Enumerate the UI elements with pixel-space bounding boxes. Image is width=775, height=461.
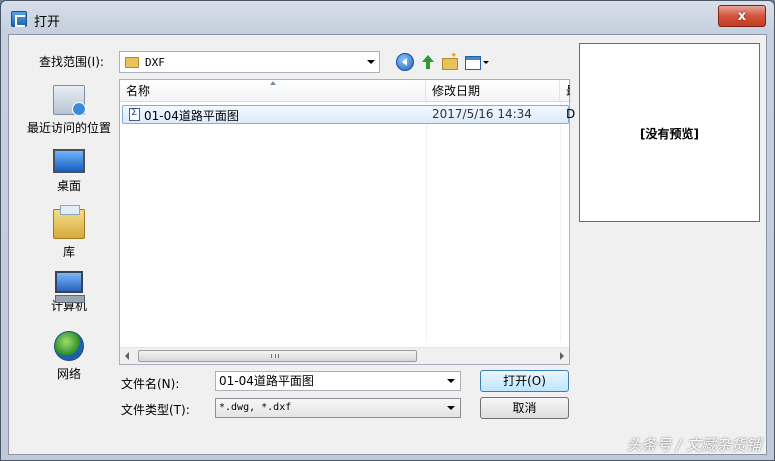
chevron-down-icon[interactable] bbox=[447, 379, 455, 383]
scroll-left-icon[interactable] bbox=[125, 352, 129, 360]
back-icon[interactable] bbox=[396, 53, 414, 71]
scroll-right-icon[interactable] bbox=[560, 352, 564, 360]
look-in-dropdown[interactable]: DXF bbox=[119, 51, 380, 73]
file-name: 01-04道路平面图 bbox=[144, 109, 239, 123]
up-folder-icon[interactable] bbox=[419, 53, 437, 71]
desktop-icon bbox=[53, 149, 85, 173]
recent-places-icon bbox=[53, 85, 86, 116]
file-type-value: *.dwg, *.dxf bbox=[219, 402, 292, 413]
column-header-date[interactable]: 修改日期 bbox=[426, 80, 560, 102]
place-label: 最近访问的位置 bbox=[26, 121, 111, 135]
file-list-header: 名称 修改日期 最 bbox=[120, 80, 571, 102]
file-type-select[interactable]: *.dwg, *.dxf bbox=[215, 398, 461, 418]
place-label: 库 bbox=[62, 245, 75, 259]
computer-icon bbox=[55, 271, 85, 303]
file-more: D bbox=[566, 107, 576, 121]
preview-text: [没有预览] bbox=[640, 127, 699, 141]
dwg-file-icon bbox=[129, 107, 140, 121]
place-library[interactable]: 库 bbox=[23, 205, 115, 260]
file-date: 2017/5/16 14:34 bbox=[432, 107, 532, 121]
library-icon bbox=[53, 205, 85, 239]
cancel-button[interactable]: 取消 bbox=[480, 397, 569, 419]
horizontal-scrollbar[interactable] bbox=[120, 347, 569, 364]
file-row[interactable]: 01-04道路平面图 2017/5/16 14:34 D bbox=[122, 105, 575, 124]
file-type-label: 文件类型(T): bbox=[121, 403, 190, 417]
place-desktop[interactable]: 桌面 bbox=[23, 149, 115, 194]
place-network[interactable]: 网络 bbox=[23, 331, 115, 382]
file-name-input[interactable]: 01-04道路平面图 bbox=[215, 371, 461, 391]
folder-icon bbox=[125, 56, 139, 68]
watermark: 头条号 / 文藏杂货铺 bbox=[626, 436, 761, 454]
place-computer[interactable]: 计算机 bbox=[23, 271, 115, 314]
column-divider bbox=[426, 102, 427, 342]
preview-pane: [没有预览] bbox=[579, 43, 760, 222]
column-header-more[interactable]: 最 bbox=[560, 80, 571, 102]
place-label: 桌面 bbox=[56, 179, 81, 193]
views-menu-icon[interactable] bbox=[465, 53, 491, 71]
chevron-down-icon bbox=[367, 60, 375, 64]
chevron-down-icon bbox=[447, 406, 455, 410]
window-title: 打开 bbox=[34, 15, 61, 30]
scroll-grip-icon bbox=[271, 354, 279, 358]
file-name-label: 文件名(N): bbox=[121, 377, 180, 391]
file-name-value: 01-04道路平面图 bbox=[219, 374, 314, 388]
network-icon bbox=[54, 331, 84, 361]
look-in-label: 查找范围(I): bbox=[39, 55, 104, 69]
new-folder-icon[interactable] bbox=[441, 51, 459, 71]
app-icon bbox=[11, 11, 27, 27]
open-file-dialog: 打开 x 查找范围(I): DXF 最近访问的位置 桌面 库 bbox=[0, 0, 775, 461]
open-button[interactable]: 打开(O) bbox=[480, 370, 569, 392]
sort-arrow-icon bbox=[270, 81, 276, 85]
place-label: 网络 bbox=[56, 367, 81, 381]
scroll-thumb[interactable] bbox=[138, 350, 417, 362]
dialog-body: 查找范围(I): DXF 最近访问的位置 桌面 库 计 bbox=[8, 34, 767, 455]
look-in-value: DXF bbox=[145, 55, 165, 69]
column-divider bbox=[560, 102, 561, 342]
file-list[interactable]: 名称 修改日期 最 01-04道路平面图 2017/5/16 14:34 D bbox=[119, 79, 575, 365]
place-recent[interactable]: 最近访问的位置 bbox=[23, 85, 115, 136]
close-button[interactable]: x bbox=[718, 5, 766, 27]
title-bar[interactable]: 打开 x bbox=[1, 1, 774, 35]
